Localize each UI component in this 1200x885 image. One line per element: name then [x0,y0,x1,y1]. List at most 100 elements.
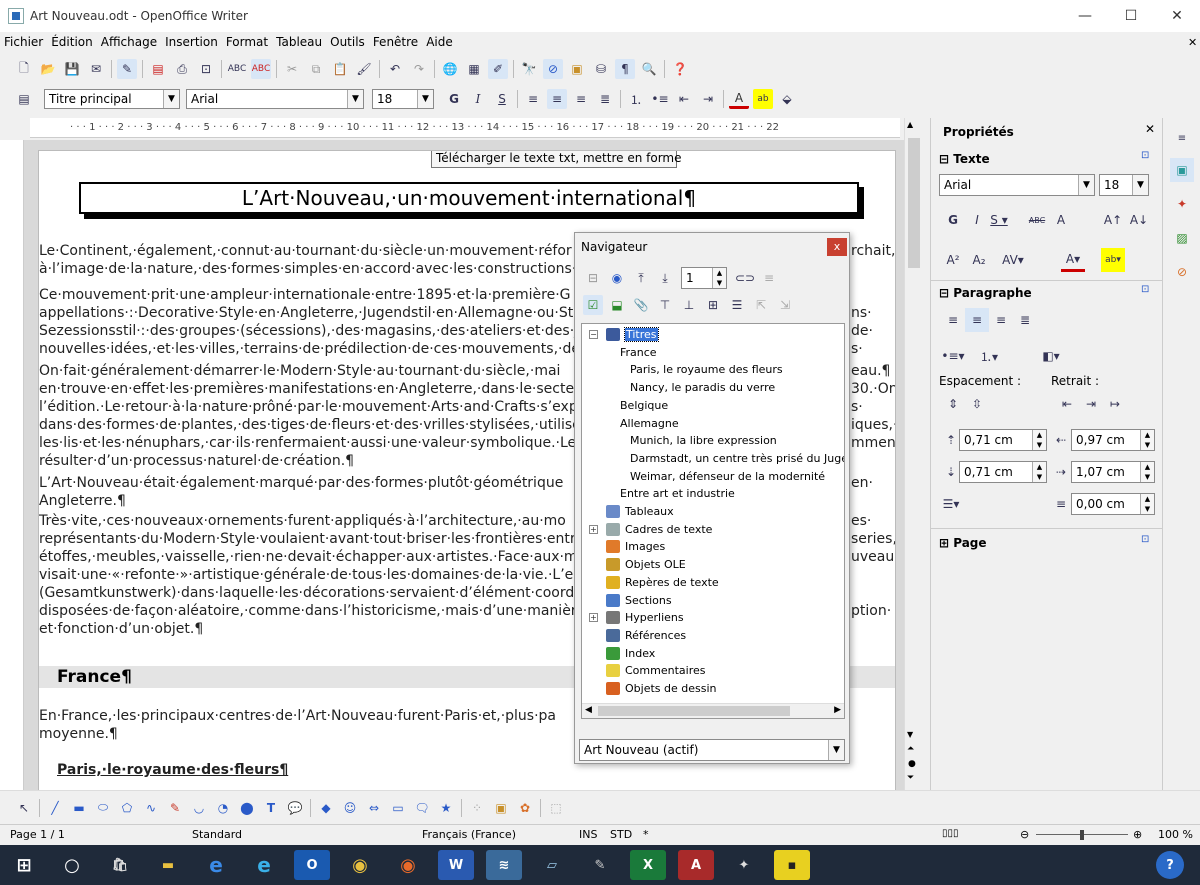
collapse-icon[interactable]: − [589,330,598,339]
block-arrows-icon[interactable]: ⇔ [364,798,384,818]
paste-icon[interactable]: 📋 [330,59,350,79]
save-icon[interactable]: 💾 [62,59,82,79]
increase-spacing-icon[interactable]: ⇕ [941,392,965,416]
chevron-down-icon[interactable]: ▼ [1132,175,1148,195]
font-color-icon[interactable]: A [729,89,749,109]
gallery-tab-icon[interactable]: ▨ [1170,226,1194,250]
text-icon[interactable]: T [261,798,281,818]
hyperlink-icon[interactable]: 🌐 [440,59,460,79]
ellipse-icon[interactable]: ⬭ [93,798,113,818]
select-icon[interactable]: ↖ [14,798,34,818]
navigator-item[interactable]: Darmstadt, un centre très prisé du Jugen… [630,450,844,467]
sidebar-close-button[interactable]: ✕ [1145,122,1155,136]
above-spacing-spin[interactable]: 0,71 cm ▲ ▼ [959,429,1047,451]
footer-icon[interactable]: ⊥ [679,295,699,315]
symbol-shapes-icon[interactable]: ☺ [340,798,360,818]
numbering-icon[interactable]: ⒈ [626,89,646,109]
align-left-icon[interactable]: ≡ [523,89,543,109]
navigator-item[interactable]: Paris, le royaume des fleurs [630,361,783,378]
next-icon[interactable]: ⤓ [655,268,675,288]
gallery-icon[interactable]: ▣ [567,59,587,79]
drag-mode-icon[interactable]: ⊂⊃ [735,268,755,288]
table-icon[interactable]: ▦ [464,59,484,79]
navigator-item[interactable]: Sections [606,592,672,609]
navigator-item[interactable]: Références [606,627,686,644]
scroll-right-icon[interactable]: ▶ [834,705,841,715]
bullets-icon[interactable]: •≡ [650,89,670,109]
horizontal-scroll-thumb[interactable] [598,706,790,716]
zoom-level[interactable]: 100 % [1158,828,1193,841]
open-icon[interactable]: 📂 [38,59,58,79]
access-icon[interactable]: A [678,850,714,880]
navigator-item[interactable]: Objets OLE [606,556,686,573]
menu-affichage[interactable]: Affichage [97,35,161,49]
zoom-out-icon[interactable]: ⊖ [1020,828,1029,841]
outlook-icon[interactable]: O [294,850,330,880]
find-replace-icon[interactable]: 🔭 [519,59,539,79]
navigator-item[interactable]: Images [606,538,665,555]
arc-icon[interactable]: ◡ [189,798,209,818]
flowchart-icon[interactable]: ▭ [388,798,408,818]
navigator-item[interactable]: Nancy, le paradis du verre [630,379,775,396]
toggle-icon[interactable]: ⊟ [583,268,603,288]
horizontal-ruler[interactable]: · · · 1 · · · 2 · · · 3 · · · 4 · · · 5 … [30,118,900,138]
background-color-icon[interactable]: ⬙ [777,89,797,109]
formatting-marks-icon[interactable]: ¶ [615,59,635,79]
sidebar-underline-icon[interactable]: S ▾ [987,208,1011,232]
spin-arrows-icon[interactable]: ▲ ▼ [712,268,726,288]
navigator-tree[interactable]: − Titres France Paris, le royaume des fleur… [581,323,845,719]
auto-spellcheck-icon[interactable]: ABC [251,59,271,79]
first-line-indent-spin[interactable]: 0,00 cm ▲ ▼ [1071,493,1155,515]
chevron-down-icon[interactable]: ▼ [163,90,179,108]
menu-outils[interactable]: Outils [326,35,369,49]
decrease-font-icon[interactable]: A↓ [1127,208,1151,232]
content-view-icon[interactable]: ⬓ [607,295,627,315]
sidebar-decrease-indent-icon[interactable]: ⇥ [1079,392,1103,416]
spin-arrows-icon[interactable]: ▲ ▼ [1032,462,1046,482]
search-icon[interactable]: ○ [54,850,90,880]
windows-start-icon[interactable]: ⊞ [6,850,42,880]
heading-levels-icon[interactable]: ☰ [727,295,747,315]
new-document-icon[interactable]: 🗋 [14,59,34,79]
sidebar-bullets-icon[interactable]: •≡▾ [941,344,965,368]
chevron-down-icon[interactable]: ▼ [417,90,433,108]
anchor-icon[interactable]: ⊞ [703,295,723,315]
help-tray-icon[interactable]: ? [1156,851,1184,879]
previous-icon[interactable]: ⤒ [631,268,651,288]
more-options-icon[interactable]: ⊡ [1141,150,1149,161]
misc-app-icon[interactable]: ✦ [726,850,762,880]
promote-chapter-icon[interactable]: ⇱ [751,295,771,315]
navigator-item[interactable]: Allemagne [620,415,679,432]
sidebar-align-left-icon[interactable]: ≡ [941,308,965,332]
sidebar-font-color-icon[interactable]: A▾ [1061,248,1085,272]
increase-indent-icon[interactable]: ⇥ [698,89,718,109]
styles-tab-icon[interactable]: ✦ [1170,192,1194,216]
email-icon[interactable]: ✉ [86,59,106,79]
paragraph-background-icon[interactable]: ◧▾ [1039,344,1063,368]
page-count[interactable]: Page 1 / 1 [10,828,65,841]
store-icon[interactable]: 🛍 [102,850,138,880]
demote-chapter-icon[interactable]: ⇲ [775,295,795,315]
sidebar-bold-icon[interactable]: G [941,208,965,232]
more-options-icon[interactable]: ⊡ [1141,284,1149,295]
spin-arrows-icon[interactable]: ▲ ▼ [1140,462,1154,482]
print-preview-icon[interactable]: ⊡ [196,59,216,79]
paragraph-section-header[interactable]: ⊟ Paragraphe [939,286,1032,300]
zoom-icon[interactable]: 🔍 [639,59,659,79]
navigator-item[interactable]: Objets de dessin [606,680,717,697]
edit-mode-icon[interactable]: ✎ [117,59,137,79]
chevron-down-icon[interactable]: ▼ [828,740,844,760]
hanging-indent-icon[interactable]: ↦ [1103,392,1127,416]
chrome-icon[interactable]: ◉ [342,850,378,880]
navigator-close-button[interactable]: x [827,238,847,256]
internet-explorer-icon[interactable]: e [246,850,282,880]
spin-arrows-icon[interactable]: ▲ ▼ [1032,430,1046,450]
menu-aide[interactable]: Aide [422,35,457,49]
shadow-icon[interactable]: A [1049,208,1073,232]
subscript-icon[interactable]: A₂ [967,248,991,272]
print-icon[interactable]: ⎙ [172,59,192,79]
openoffice-writer-icon[interactable]: ≋ [486,850,522,880]
before-indent-spin[interactable]: 0,97 cm ▲ ▼ [1071,429,1155,451]
rectangle-icon[interactable]: ▬ [69,798,89,818]
gallery-drawbar-icon[interactable]: ✿ [515,798,535,818]
